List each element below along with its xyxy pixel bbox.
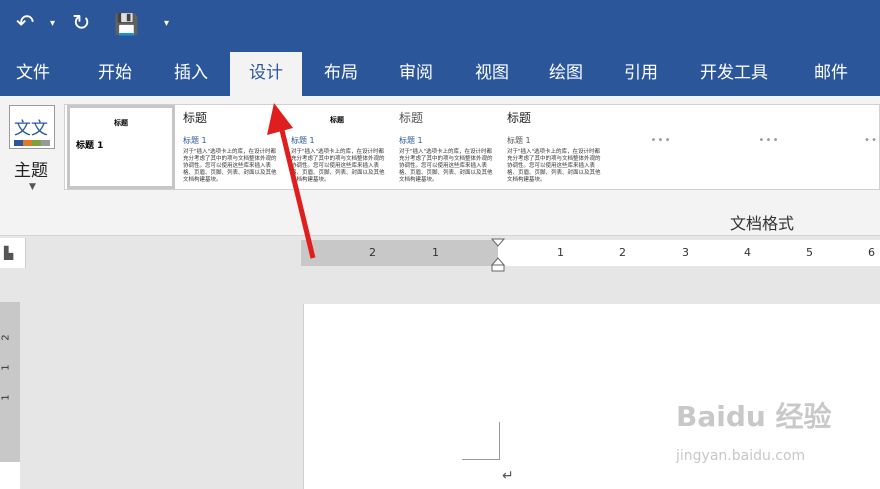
annotation-arrow-icon <box>267 103 316 259</box>
